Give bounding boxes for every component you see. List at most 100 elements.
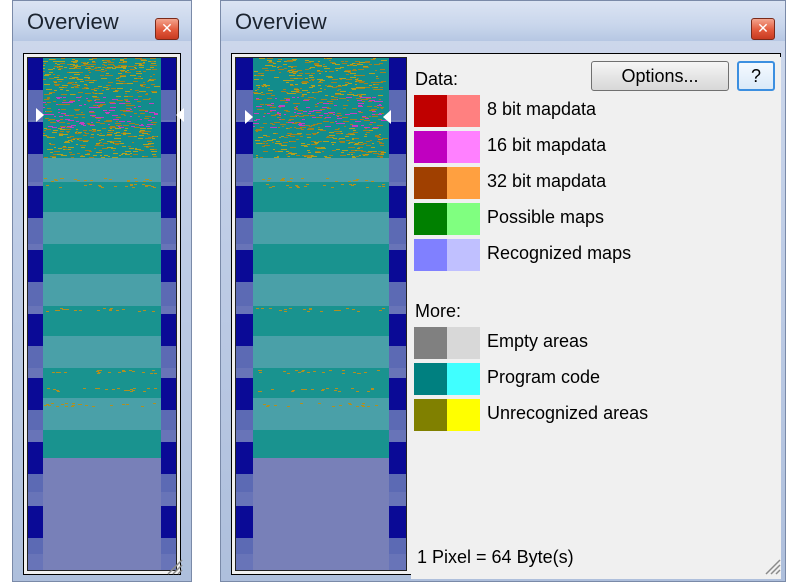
map-edge-block bbox=[161, 506, 176, 538]
map-data-pixel bbox=[300, 127, 306, 128]
map-data-pixel bbox=[353, 372, 356, 373]
map-data-pixel bbox=[77, 139, 79, 140]
map-data-pixel bbox=[321, 390, 324, 391]
map-data-pixel bbox=[272, 66, 276, 67]
map-data-pixel bbox=[142, 133, 148, 134]
map-data-pixel bbox=[58, 69, 61, 70]
map-data-pixel bbox=[125, 72, 131, 73]
map-data-pixel bbox=[147, 128, 152, 129]
map-data-pixel bbox=[151, 186, 154, 187]
map-edge-block bbox=[236, 122, 253, 154]
map-data-pixel bbox=[307, 372, 310, 373]
memory-overview-map[interactable] bbox=[27, 57, 177, 571]
map-data-pixel bbox=[91, 134, 94, 135]
map-data-pixel bbox=[283, 142, 288, 143]
map-data-pixel bbox=[263, 141, 267, 142]
map-data-pixel bbox=[329, 60, 331, 61]
map-data-pixel bbox=[136, 63, 141, 64]
map-data-pixel bbox=[286, 111, 290, 112]
map-data-pixel bbox=[351, 113, 357, 114]
map-data-pixel bbox=[60, 129, 65, 130]
map-data-pixel bbox=[74, 310, 77, 311]
map-data-pixel bbox=[380, 69, 385, 70]
map-data-pixel bbox=[304, 99, 310, 100]
resize-grip-icon[interactable] bbox=[165, 557, 183, 575]
map-data-pixel bbox=[327, 108, 331, 109]
map-data-pixel bbox=[269, 61, 272, 62]
map-edge-block bbox=[389, 250, 406, 282]
map-data-pixel bbox=[145, 185, 148, 186]
close-button[interactable]: ✕ bbox=[155, 18, 179, 40]
map-data-pixel bbox=[366, 132, 370, 133]
map-data-pixel bbox=[58, 81, 62, 82]
map-data-pixel bbox=[339, 138, 345, 139]
map-data-pixel bbox=[153, 187, 156, 188]
map-data-pixel bbox=[365, 180, 368, 181]
data-legend-row: 8 bit mapdata bbox=[414, 95, 754, 127]
map-data-pixel bbox=[267, 98, 272, 99]
map-data-pixel bbox=[353, 132, 358, 133]
map-data-pixel bbox=[375, 135, 379, 136]
map-data-pixel bbox=[338, 128, 340, 129]
map-data-pixel bbox=[125, 154, 130, 155]
map-data-pixel bbox=[154, 86, 159, 87]
map-data-pixel bbox=[311, 156, 317, 157]
map-data-pixel bbox=[123, 111, 128, 112]
map-data-pixel bbox=[96, 371, 99, 372]
map-data-pixel bbox=[134, 127, 140, 128]
memory-overview-map[interactable] bbox=[235, 57, 407, 571]
map-data-pixel bbox=[89, 157, 94, 158]
map-band-center bbox=[253, 274, 389, 306]
selection-end-marker[interactable] bbox=[176, 108, 184, 122]
map-data-pixel bbox=[302, 370, 305, 371]
map-edge-block bbox=[389, 122, 406, 154]
map-data-pixel bbox=[286, 154, 288, 155]
selection-start-marker[interactable] bbox=[36, 108, 44, 122]
map-data-pixel bbox=[83, 141, 88, 142]
map-data-pixel bbox=[306, 156, 311, 157]
map-data-pixel bbox=[352, 139, 354, 140]
map-data-pixel bbox=[57, 75, 60, 76]
map-data-pixel bbox=[283, 64, 287, 65]
selection-start-marker[interactable] bbox=[245, 110, 253, 124]
map-data-pixel bbox=[64, 77, 67, 78]
map-data-pixel bbox=[114, 186, 117, 187]
map-data-pixel bbox=[136, 58, 142, 59]
options-button[interactable]: Options... bbox=[591, 61, 729, 91]
map-data-pixel bbox=[326, 388, 329, 389]
map-data-pixel bbox=[106, 73, 109, 74]
map-data-pixel bbox=[352, 63, 355, 64]
map-data-pixel bbox=[145, 179, 148, 180]
close-button[interactable]: ✕ bbox=[751, 18, 775, 40]
map-data-pixel bbox=[258, 87, 260, 88]
map-data-pixel bbox=[333, 138, 337, 139]
map-data-pixel bbox=[338, 85, 341, 86]
resize-grip-icon[interactable] bbox=[763, 557, 781, 575]
map-data-pixel bbox=[116, 83, 118, 84]
map-data-pixel bbox=[292, 70, 294, 71]
map-data-pixel bbox=[263, 84, 266, 85]
map-data-pixel bbox=[61, 58, 65, 59]
map-data-pixel bbox=[46, 404, 49, 405]
map-data-pixel bbox=[265, 70, 269, 71]
map-data-pixel bbox=[324, 156, 327, 157]
help-button[interactable]: ? bbox=[737, 61, 775, 91]
map-data-pixel bbox=[74, 74, 80, 75]
map-data-pixel bbox=[118, 83, 123, 84]
map-data-pixel bbox=[122, 309, 125, 310]
map-data-pixel bbox=[363, 66, 368, 67]
map-data-pixel bbox=[362, 403, 365, 404]
map-data-pixel bbox=[76, 144, 78, 145]
title-bar[interactable]: Overview ✕ bbox=[221, 1, 785, 41]
map-data-pixel bbox=[152, 154, 156, 155]
map-data-pixel bbox=[79, 105, 82, 106]
map-data-pixel bbox=[71, 87, 74, 88]
swatch-light bbox=[447, 399, 480, 431]
selection-end-marker[interactable] bbox=[383, 110, 391, 124]
map-data-pixel bbox=[139, 132, 144, 133]
map-data-pixel bbox=[289, 152, 292, 153]
map-data-pixel bbox=[363, 143, 367, 144]
title-bar[interactable]: Overview ✕ bbox=[13, 1, 191, 41]
map-data-pixel bbox=[143, 144, 148, 145]
map-data-pixel bbox=[357, 64, 363, 65]
